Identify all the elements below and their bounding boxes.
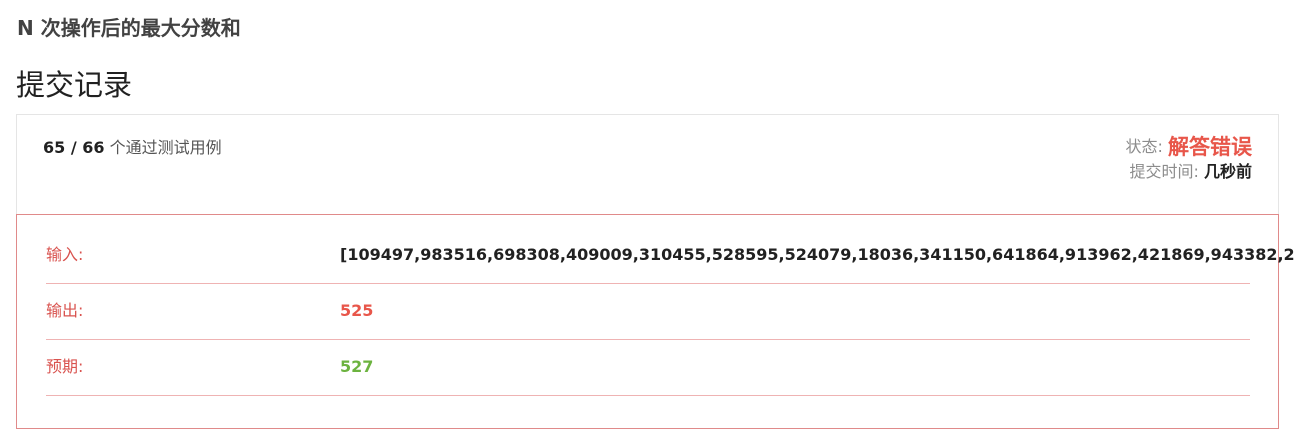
input-row: 输入: [109497,983516,698308,409009,310455,…: [46, 228, 1294, 284]
section-title: 提交记录: [16, 68, 133, 102]
input-value: [109497,983516,698308,409009,310455,5285…: [340, 245, 1294, 264]
time-label: 提交时间:: [1129, 162, 1199, 181]
status-block: 状态: 解答错误 提交时间: 几秒前: [1126, 133, 1253, 183]
count-separator: /: [65, 138, 83, 157]
total-count: 66: [82, 138, 105, 157]
expected-label: 预期:: [46, 357, 84, 376]
output-label: 输出:: [46, 301, 84, 320]
time-line: 提交时间: 几秒前: [1126, 161, 1252, 183]
pass-count: 65 / 66 个通过测试用例: [43, 137, 222, 159]
result-details: 输入: [109497,983516,698308,409009,310455,…: [16, 214, 1294, 429]
problem-title: N 次操作后的最大分数和: [17, 16, 241, 40]
input-label: 输入:: [46, 245, 84, 264]
output-value: 525: [340, 301, 374, 320]
submission-summary: 65 / 66 个通过测试用例 状态: 解答错误 提交时间: 几秒前: [16, 114, 1279, 214]
expected-row: 预期: 527: [46, 340, 1250, 396]
status-line: 状态: 解答错误: [1126, 133, 1253, 161]
passed-count: 65: [43, 138, 66, 157]
expected-value: 527: [340, 357, 374, 376]
time-value: 几秒前: [1203, 162, 1252, 181]
status-value: 解答错误: [1168, 135, 1252, 159]
status-label: 状态:: [1125, 137, 1163, 156]
output-row: 输出: 525: [46, 284, 1250, 340]
passed-text: 个通过测试用例: [104, 138, 222, 157]
